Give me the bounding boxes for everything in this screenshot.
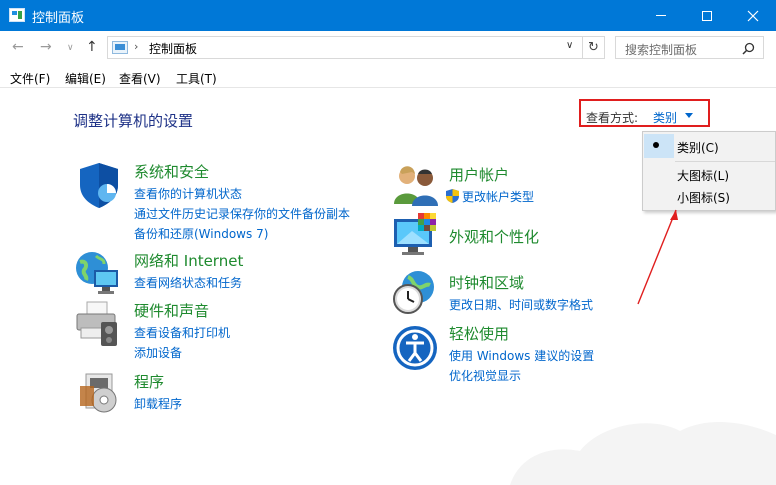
- window-title: 控制面板: [32, 11, 85, 26]
- user-accounts-icon[interactable]: [392, 164, 438, 206]
- watermark-shape: [510, 422, 776, 485]
- menu-view[interactable]: 查看(V): [119, 70, 161, 87]
- close-button[interactable]: [730, 0, 776, 31]
- back-button[interactable]: ←: [12, 39, 24, 55]
- link-backup-restore[interactable]: 备份和还原(Windows 7): [134, 225, 350, 242]
- up-button[interactable]: ↑: [86, 39, 98, 55]
- link-recommended-settings[interactable]: 使用 Windows 建议的设置: [449, 347, 594, 364]
- page-title: 调整计算机的设置: [73, 112, 194, 130]
- system-security-icon[interactable]: [76, 161, 122, 209]
- category-clock-region: 时钟和区域 更改日期、时间或数字格式: [449, 272, 593, 313]
- refresh-icon: ↻: [588, 40, 599, 55]
- search-placeholder: 搜索控制面板: [625, 43, 698, 57]
- option-large-icons[interactable]: 大图标(L): [677, 167, 729, 184]
- category-title[interactable]: 网络和 Internet: [134, 250, 243, 271]
- link-file-history-backup[interactable]: 通过文件历史记录保存你的文件备份副本: [134, 205, 350, 222]
- view-by-menu: 类别(C) 大图标(L) 小图标(S): [642, 131, 776, 211]
- category-user-accounts: 用户帐户 更改帐户类型: [446, 164, 534, 205]
- menu-tools[interactable]: 工具(T): [176, 70, 217, 87]
- menu-divider: [675, 161, 775, 162]
- chevron-down-icon[interactable]: ∨: [566, 40, 573, 51]
- category-system-security: 系统和安全 查看你的计算机状态 通过文件历史记录保存你的文件备份副本 备份和还原…: [134, 161, 350, 242]
- category-title[interactable]: 硬件和声音: [134, 300, 230, 321]
- search-input[interactable]: 搜索控制面板: [615, 36, 764, 59]
- chevron-right-icon[interactable]: ›: [134, 40, 138, 53]
- appearance-monitor-icon[interactable]: [392, 213, 440, 261]
- control-panel-icon: [9, 8, 25, 22]
- category-title[interactable]: 用户帐户: [449, 164, 534, 185]
- title-bar: 控制面板: [0, 0, 776, 31]
- view-by-label: 查看方式:: [586, 111, 639, 125]
- link-uninstall-program[interactable]: 卸载程序: [134, 395, 182, 412]
- annotation-arrow: [637, 209, 678, 305]
- clock-region-icon[interactable]: [392, 269, 438, 315]
- category-title[interactable]: 程序: [134, 371, 182, 392]
- category-title[interactable]: 轻松使用: [449, 323, 594, 344]
- link-text[interactable]: 更改帐户类型: [462, 190, 534, 204]
- maximize-button[interactable]: [684, 0, 730, 31]
- link-change-account-type[interactable]: 更改帐户类型: [446, 188, 534, 205]
- close-icon: [747, 10, 759, 21]
- category-ease-of-access: 轻松使用 使用 Windows 建议的设置 优化视觉显示: [449, 323, 594, 384]
- link-change-date-time[interactable]: 更改日期、时间或数字格式: [449, 296, 593, 313]
- minimize-icon: [656, 15, 666, 16]
- ease-of-access-icon[interactable]: [392, 325, 438, 371]
- caret-down-icon[interactable]: [685, 113, 693, 118]
- forward-button[interactable]: →: [40, 39, 52, 55]
- view-by-control: 查看方式: 类别: [579, 99, 710, 127]
- menu-edit[interactable]: 编辑(E): [65, 70, 106, 87]
- category-title[interactable]: 时钟和区域: [449, 272, 593, 293]
- view-by-dropdown[interactable]: 类别: [653, 109, 677, 126]
- minimize-button[interactable]: [638, 0, 684, 31]
- link-add-device[interactable]: 添加设备: [134, 344, 230, 361]
- address-row: ← → ∨ ↑ › 控制面板 ∨ ↻ 搜索控制面板: [0, 31, 776, 65]
- search-icon[interactable]: [742, 42, 755, 55]
- link-view-computer-status[interactable]: 查看你的计算机状态: [134, 185, 350, 202]
- category-title[interactable]: 系统和安全: [134, 161, 350, 182]
- hardware-printer-icon[interactable]: [73, 300, 123, 350]
- selection-highlight: [644, 134, 674, 158]
- breadcrumb-control-panel[interactable]: 控制面板: [149, 40, 197, 57]
- option-category[interactable]: 类别(C): [677, 139, 719, 156]
- refresh-button[interactable]: ↻: [583, 36, 605, 59]
- maximize-icon: [702, 10, 712, 21]
- link-network-status[interactable]: 查看网络状态和任务: [134, 274, 243, 291]
- menu-file[interactable]: 文件(F): [10, 70, 50, 87]
- category-hardware-sound: 硬件和声音 查看设备和打印机 添加设备: [134, 300, 230, 361]
- link-devices-printers[interactable]: 查看设备和打印机: [134, 324, 230, 341]
- programs-icon[interactable]: [80, 370, 124, 416]
- category-programs: 程序 卸载程序: [134, 371, 182, 412]
- recent-locations-button[interactable]: ∨: [67, 43, 74, 53]
- link-optimize-display[interactable]: 优化视觉显示: [449, 367, 594, 384]
- category-title[interactable]: 外观和个性化: [449, 226, 539, 247]
- network-globe-icon[interactable]: [74, 250, 122, 296]
- uac-shield-icon: [446, 189, 459, 203]
- address-bar[interactable]: › 控制面板 ∨: [107, 36, 583, 59]
- selected-bullet-icon: [653, 142, 659, 148]
- control-panel-icon: [112, 41, 128, 54]
- menu-bar: 文件(F) 编辑(E) 查看(V) 工具(T): [0, 66, 776, 88]
- category-network-internet: 网络和 Internet 查看网络状态和任务: [134, 250, 243, 291]
- category-appearance: 外观和个性化: [449, 226, 539, 247]
